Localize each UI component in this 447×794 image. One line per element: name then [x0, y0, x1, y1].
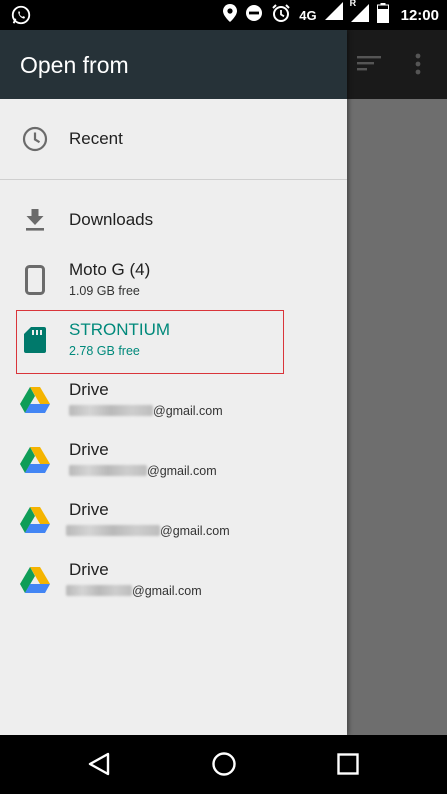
root-item-drive[interactable]: Drive @gmail.com: [0, 370, 347, 430]
root-item-label: Recent: [69, 129, 123, 148]
sort-icon[interactable]: [357, 54, 381, 77]
navigation-drawer: Open from Recent Downloads Moto G (4) 1.…: [0, 30, 347, 735]
root-item-drive[interactable]: Drive @gmail.com: [0, 430, 347, 490]
battery-icon: [376, 2, 389, 28]
background-toolbar: [347, 30, 447, 99]
system-nav-bar: [0, 735, 447, 794]
root-item-drive[interactable]: Drive @gmail.com: [0, 490, 347, 550]
dimmed-backdrop[interactable]: [347, 30, 447, 735]
clock-icon: [20, 124, 50, 154]
network-type: 4G: [299, 7, 317, 23]
root-item-title: Drive: [69, 440, 109, 459]
whatsapp-icon: [10, 4, 32, 31]
alarm-icon: [271, 3, 291, 28]
root-item-summary: @gmail.com: [69, 464, 217, 478]
drive-icon: [20, 505, 50, 535]
root-item-downloads[interactable]: Downloads: [0, 190, 347, 250]
redacted-email: [69, 465, 147, 476]
back-icon[interactable]: [84, 749, 114, 779]
drawer-header: Open from: [0, 30, 347, 99]
phone-icon: [20, 265, 50, 295]
root-item-summary: @gmail.com: [66, 524, 230, 538]
root-item-title: Drive: [69, 500, 109, 519]
home-icon[interactable]: [209, 749, 239, 779]
root-item-summary: @gmail.com: [69, 404, 223, 418]
root-item-drive[interactable]: Drive @gmail.com: [0, 550, 347, 610]
redacted-email: [66, 585, 132, 596]
signal-icon: [324, 1, 343, 25]
selection-highlight-box: [16, 310, 284, 374]
root-item-recent[interactable]: Recent: [0, 99, 347, 179]
redacted-email: [69, 405, 153, 416]
roots-list: Downloads Moto G (4) 1.09 GB free STRONT…: [0, 180, 347, 610]
email-domain: @gmail.com: [132, 584, 202, 598]
redacted-email: [66, 525, 160, 536]
email-domain: @gmail.com: [153, 404, 223, 418]
root-item-title: Moto G (4): [69, 260, 151, 279]
drive-icon: [20, 445, 50, 475]
location-icon: [223, 3, 238, 27]
drive-icon: [20, 385, 50, 415]
roaming-signal-icon: R: [350, 0, 369, 27]
recents-icon[interactable]: [333, 749, 363, 779]
do-not-disturb-icon: [245, 4, 263, 27]
root-item-moto-g[interactable]: Moto G (4) 1.09 GB free: [0, 250, 347, 310]
root-item-title: Drive: [69, 380, 109, 399]
email-domain: @gmail.com: [147, 464, 217, 478]
root-item-title: Drive: [69, 560, 109, 579]
status-bar: 4G R 12:00: [0, 0, 447, 30]
drawer-title: Open from: [20, 52, 129, 78]
more-vert-icon[interactable]: [415, 53, 421, 80]
download-icon: [20, 205, 50, 235]
email-domain: @gmail.com: [160, 524, 230, 538]
root-item-summary: @gmail.com: [66, 584, 202, 598]
root-item-summary: 1.09 GB free: [69, 284, 140, 298]
roaming-label: R: [349, 0, 357, 8]
drive-icon: [20, 565, 50, 595]
clock-time: 12:00: [400, 6, 439, 24]
root-item-title: Downloads: [69, 210, 154, 229]
